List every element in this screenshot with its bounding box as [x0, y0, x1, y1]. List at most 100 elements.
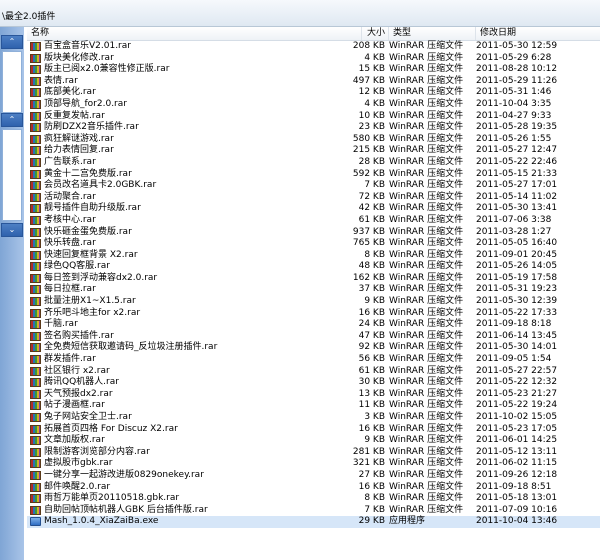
column-header-date[interactable]: 修改日期 — [476, 27, 600, 40]
file-row[interactable]: 邮件唤醒2.0.rar 16 KB WinRAR 压缩文件 2011-09-18 8:… — [27, 482, 600, 494]
file-row[interactable]: 给力表情回复.rar 215 KB WinRAR 压缩文件 2011-05-27 12… — [27, 145, 600, 157]
expand-down-button[interactable]: ⌄ — [1, 223, 23, 237]
file-row[interactable]: 快乐砸金蛋免费版.rar 937 KB WinRAR 压缩文件 2011-03-28 … — [27, 227, 600, 239]
rar-archive-icon — [30, 42, 41, 51]
file-row[interactable]: 全免费短信获取邀请码_反垃圾注册插件.rar 92 KB WinRAR 压缩文件 20… — [27, 342, 600, 354]
rar-archive-icon — [30, 366, 41, 376]
file-row[interactable]: Mash_1.0.4_XiaZaiBa.exe 29 KB 应用程序 2011-10-… — [27, 516, 600, 528]
file-row[interactable]: 表情.rar 497 KB WinRAR 压缩文件 2011-05-29 11:26 — [27, 76, 600, 88]
file-row[interactable]: 快乐转盘.rar 765 KB WinRAR 压缩文件 2011-05-05 16:4… — [27, 238, 600, 250]
file-type: WinRAR 压缩文件 — [389, 365, 464, 376]
file-row[interactable]: 疯狂解谜游戏.rar 580 KB WinRAR 压缩文件 2011-05-26 1:… — [27, 134, 600, 146]
navigation-pane: ⌃ ⌃ ⌄ — [0, 27, 24, 560]
file-date: 2011-05-15 21:33 — [476, 168, 558, 179]
collapse-up-button-2[interactable]: ⌃ — [1, 113, 23, 127]
file-type: WinRAR 压缩文件 — [389, 504, 464, 515]
file-row[interactable]: 顶部导航_for2.0.rar 4 KB WinRAR 压缩文件 2011-10-04… — [27, 99, 600, 111]
file-name: 反重复发帖.rar — [44, 110, 105, 121]
column-header-type[interactable]: 类型 — [389, 27, 476, 40]
file-row[interactable]: 虚拟股市gbk.rar 321 KB WinRAR 压缩文件 2011-06-02 1… — [27, 458, 600, 470]
file-size: 765 KB — [352, 238, 385, 249]
file-row[interactable]: 雨哲万能单页20110518.gbk.rar 8 KB WinRAR 压缩文件 201… — [27, 493, 600, 505]
file-row[interactable]: 每日签到浮动兼容dx2.0.rar 162 KB WinRAR 压缩文件 2011-0… — [27, 273, 600, 285]
file-row[interactable]: 千脑.rar 24 KB WinRAR 压缩文件 2011-09-18 8:18 — [27, 319, 600, 331]
file-date: 2011-05-14 11:02 — [476, 191, 558, 202]
file-name: 每日签到浮动兼容dx2.0.rar — [44, 272, 158, 283]
file-row[interactable]: 齐乐吧斗地主for x2.rar 16 KB WinRAR 压缩文件 2011-05-… — [27, 308, 600, 320]
file-row[interactable]: 一键分享一起游改进版0829onekey.rar 27 KB WinRAR 压缩文件… — [27, 470, 600, 482]
file-row[interactable]: 黄金十二宫免费版.rar 592 KB WinRAR 压缩文件 2011-05-15 … — [27, 169, 600, 181]
file-row[interactable]: 天气预报dx2.rar 13 KB WinRAR 压缩文件 2011-05-23 21… — [27, 389, 600, 401]
rar-archive-icon — [30, 389, 41, 399]
rar-archive-icon — [30, 146, 41, 156]
rar-archive-icon — [30, 308, 41, 318]
rar-archive-icon — [30, 355, 41, 365]
file-type: WinRAR 压缩文件 — [389, 296, 464, 307]
rar-archive-icon — [30, 297, 41, 307]
file-size: 7 KB — [364, 504, 385, 515]
file-row[interactable]: 每日拉框.rar 37 KB WinRAR 压缩文件 2011-05-31 19:23 — [27, 284, 600, 296]
file-size: 9 KB — [364, 296, 385, 307]
file-size: 11 KB — [358, 400, 385, 411]
file-row[interactable]: 自助回帖顶帖机器人GBK 后台插件版.rar 7 KB WinRAR 压缩文件 201… — [27, 505, 600, 517]
file-row[interactable]: 版块美化修改.rar 4 KB WinRAR 压缩文件 2011-05-29 6:28 — [27, 53, 600, 65]
file-type: WinRAR 压缩文件 — [389, 75, 464, 86]
file-row[interactable]: 批量注册X1~X1.5.rar 9 KB WinRAR 压缩文件 2011-05-30… — [27, 296, 600, 308]
file-row[interactable]: 广告联系.rar 28 KB WinRAR 压缩文件 2011-05-22 22:46 — [27, 157, 600, 169]
file-size: 56 KB — [358, 354, 385, 365]
file-name: 疯狂解谜游戏.rar — [44, 133, 114, 144]
file-name: 绿色QQ客服.rar — [44, 261, 110, 272]
file-row[interactable]: 帖子漫画框.rar 11 KB WinRAR 压缩文件 2011-05-22 19:2… — [27, 400, 600, 412]
file-size: 4 KB — [364, 98, 385, 109]
file-date: 2011-09-18 8:18 — [476, 319, 552, 330]
file-name: 社区银行 x2.rar — [44, 365, 110, 376]
rar-archive-icon — [30, 505, 41, 515]
file-row[interactable]: 绿色QQ客服.rar 48 KB WinRAR 压缩文件 2011-05-26 14:… — [27, 261, 600, 273]
file-name: 底部美化.rar — [44, 87, 96, 98]
file-size: 30 KB — [358, 377, 385, 388]
rar-archive-icon — [30, 192, 41, 202]
file-size: 10 KB — [358, 110, 385, 121]
file-row[interactable]: 群发插件.rar 56 KB WinRAR 压缩文件 2011-09-05 1:54 — [27, 354, 600, 366]
file-row[interactable]: 靓号插件自助升级版.rar 42 KB WinRAR 压缩文件 2011-05-30 … — [27, 203, 600, 215]
file-row[interactable]: 防刷DZX2音乐插件.rar 23 KB WinRAR 压缩文件 2011-05-28… — [27, 122, 600, 134]
file-size: 61 KB — [358, 365, 385, 376]
file-size: 23 KB — [358, 122, 385, 133]
file-row[interactable]: 反重复发帖.rar 10 KB WinRAR 压缩文件 2011-04-27 9:33 — [27, 111, 600, 123]
file-row[interactable]: 会员改名道具卡2.0GBK.rar 7 KB WinRAR 压缩文件 2011-05-… — [27, 180, 600, 192]
rar-archive-icon — [30, 401, 41, 411]
file-date: 2011-05-23 17:05 — [476, 423, 558, 434]
file-size: 15 KB — [358, 64, 385, 75]
file-row[interactable]: 版主已阅x2.0兼容性修正版.rar 15 KB WinRAR 压缩文件 2011-0… — [27, 64, 600, 76]
rar-archive-icon — [30, 413, 41, 422]
file-date: 2011-04-27 9:33 — [476, 110, 552, 121]
column-header-size[interactable]: 大小 — [362, 27, 389, 40]
file-row[interactable]: 拓展首页四格 For Discuz X2.rar 16 KB WinRAR 压缩文件… — [27, 424, 600, 436]
file-type: WinRAR 压缩文件 — [389, 423, 464, 434]
file-row[interactable]: 百宝盒音乐V2.01.rar 208 KB WinRAR 压缩文件 2011-05-3… — [27, 41, 600, 53]
rar-archive-icon — [30, 447, 41, 457]
file-row[interactable]: 底部美化.rar 12 KB WinRAR 压缩文件 2011-05-31 1:46 — [27, 87, 600, 99]
file-row[interactable]: 活动聚合.rar 72 KB WinRAR 压缩文件 2011-05-14 11:02 — [27, 192, 600, 204]
file-row[interactable]: 限制游客浏览部分内容.rar 281 KB WinRAR 压缩文件 2011-05-1… — [27, 447, 600, 459]
file-row[interactable]: 社区银行 x2.rar 61 KB WinRAR 压缩文件 2011-05-27 22… — [27, 366, 600, 378]
file-row[interactable]: 腾讯QQ机器人.rar 30 KB WinRAR 压缩文件 2011-05-22 12… — [27, 377, 600, 389]
rar-archive-icon — [30, 134, 41, 144]
file-type: WinRAR 压缩文件 — [389, 191, 464, 202]
file-row[interactable]: 签名购买插件.rar 47 KB WinRAR 压缩文件 2011-06-14 13:… — [27, 331, 600, 343]
file-row[interactable]: 兔子网站安全卫士.rar 3 KB WinRAR 压缩文件 2011-10-02 15… — [27, 412, 600, 424]
file-row[interactable]: 快速回复框背景 X2.rar 8 KB WinRAR 压缩文件 2011-09-01 … — [27, 250, 600, 262]
file-name: 兔子网站安全卫士.rar — [44, 412, 132, 422]
rar-archive-icon — [30, 215, 41, 225]
file-row[interactable]: 考核中心.rar 61 KB WinRAR 压缩文件 2011-07-06 3:38 — [27, 215, 600, 227]
file-name: 黄金十二宫免费版.rar — [44, 168, 132, 179]
file-type: WinRAR 压缩文件 — [389, 458, 464, 469]
column-header-name[interactable]: 名称 — [27, 27, 362, 40]
file-date: 2011-10-02 15:05 — [476, 412, 558, 422]
file-row[interactable]: 文章加版权.rar 9 KB WinRAR 压缩文件 2011-06-01 14:25 — [27, 435, 600, 447]
collapse-up-button[interactable]: ⌃ — [1, 35, 23, 49]
file-name: 表情.rar — [44, 75, 78, 86]
file-size: 208 KB — [352, 41, 385, 51]
file-name: 活动聚合.rar — [44, 191, 96, 202]
file-name: 会员改名道具卡2.0GBK.rar — [44, 180, 157, 191]
